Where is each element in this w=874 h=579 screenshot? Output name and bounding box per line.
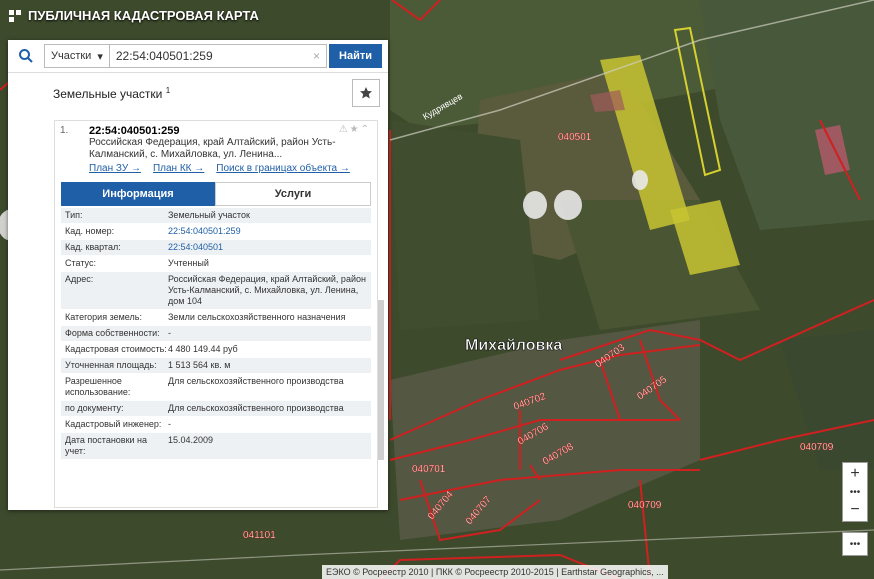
result-action-icons[interactable]: ⚠★⌃ — [339, 124, 371, 135]
star-icon — [360, 87, 372, 99]
zoom-out-button[interactable]: − — [843, 499, 867, 521]
result-cad-number[interactable]: 22:54:040501:259 — [89, 125, 369, 137]
table-row: Разрешенное использование: Для сельскохоз… — [61, 374, 371, 401]
clear-icon[interactable]: × — [313, 49, 320, 63]
app-title: ПУБЛИЧНАЯ КАДАСТРОВАЯ КАРТА — [28, 8, 259, 23]
plan-zu-link[interactable]: План ЗУ → — [89, 163, 141, 174]
table-row: Тип: Земельный участок — [61, 208, 371, 224]
attribution: ЕЭКО © Росреестр 2010 | ПКК © Росреестр … — [322, 565, 668, 579]
table-row: по документу: Для сельскохозяйственного п… — [61, 401, 371, 417]
map-label-quarter: 041101 — [243, 530, 276, 541]
result-address: Российская Федерация, край Алтайский, ра… — [89, 137, 336, 160]
plan-kk-link[interactable]: План КК → — [153, 163, 204, 174]
search-input[interactable]: 22:54:040501:259 × — [109, 44, 328, 68]
table-row: Дата постановки на учет: 15.04.2009 — [61, 433, 371, 460]
search-button[interactable]: Найти — [329, 44, 382, 68]
more-tools-control: ••• — [842, 532, 868, 556]
panel-scrollbar[interactable] — [378, 300, 384, 460]
map-label-quarter: 040709 — [628, 500, 662, 511]
table-row: Форма собственности: - — [61, 326, 371, 342]
zoom-in-button[interactable]: + — [843, 463, 867, 485]
chevron-down-icon: ▾ — [97, 50, 103, 63]
map-label-quarter: 040709 — [800, 442, 834, 453]
result-links: План ЗУ → План КК → Поиск в границах объ… — [89, 163, 369, 174]
cad-number-link[interactable]: 22:54:040501:259 — [168, 226, 371, 237]
result-tabs: Информация Услуги — [61, 182, 371, 206]
panel-title: Земельные участки 1 — [53, 85, 171, 101]
table-row: Кад. номер: 22:54:040501:259 — [61, 224, 371, 240]
map-label-quarter: 040701 — [412, 464, 446, 475]
zoom-control: + ••• − — [842, 462, 868, 522]
table-row: Уточненная площадь: 1 513 564 кв. м — [61, 358, 371, 374]
tab-services[interactable]: Услуги — [215, 182, 371, 206]
result-count: 1 — [165, 85, 171, 95]
search-in-bounds-link[interactable]: Поиск в границах объекта → — [216, 163, 350, 174]
map-label-quarter: 040501 — [558, 132, 592, 143]
map-label-town: Михайловка — [465, 337, 562, 354]
panel-header: Земельные участки 1 — [8, 73, 388, 113]
header: ПУБЛИЧНАЯ КАДАСТРОВАЯ КАРТА — [8, 8, 259, 23]
pkk-logo-icon — [9, 9, 21, 22]
search-icon[interactable] — [8, 40, 44, 72]
table-row: Кад. квартал: 22:54:040501 — [61, 240, 371, 256]
result-card: 1. ⚠★⌃ 22:54:040501:259 Российская Федер… — [54, 120, 378, 508]
more-tools-button[interactable]: ••• — [843, 533, 867, 555]
zoom-more-icon[interactable]: ••• — [850, 485, 861, 499]
search-query: 22:54:040501:259 — [115, 49, 213, 63]
search-type-label: Участки — [51, 50, 92, 62]
table-row: Адрес: Российская Федерация, край Алтайск… — [61, 272, 371, 310]
result-header: 1. ⚠★⌃ 22:54:040501:259 Российская Федер… — [55, 121, 377, 178]
search-bar: Участки ▾ 22:54:040501:259 × Найти — [8, 40, 388, 73]
cad-quarter-link[interactable]: 22:54:040501 — [168, 242, 371, 253]
tab-information[interactable]: Информация — [61, 182, 215, 206]
search-type-select[interactable]: Участки ▾ — [44, 44, 110, 68]
table-row: Кадастровая стоимость: 4 480 149.44 руб — [61, 342, 371, 358]
table-row: Категория земель: Земли сельскохозяйствен… — [61, 310, 371, 326]
info-table: Тип: Земельный участок Кад. номер: 22:54:0… — [61, 208, 371, 460]
favorite-star-button[interactable] — [352, 79, 380, 107]
result-index: 1. — [60, 125, 69, 136]
table-row: Статус: Учтенный — [61, 256, 371, 272]
table-row: Кадастровый инженер: - — [61, 417, 371, 433]
